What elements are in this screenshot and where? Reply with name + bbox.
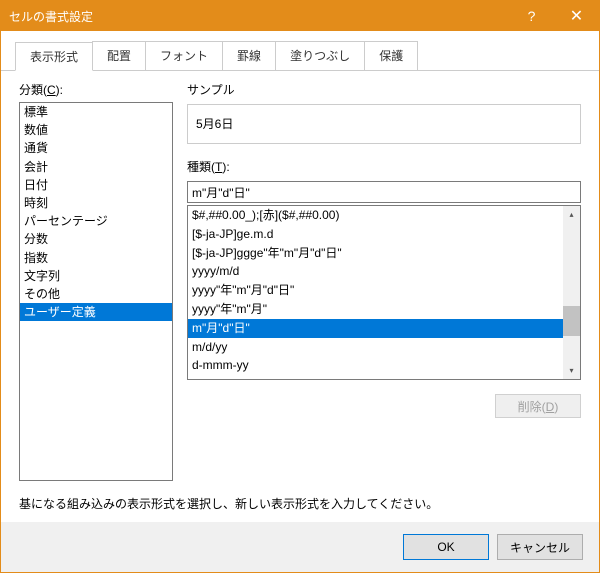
- delete-button[interactable]: 削除(D): [495, 394, 581, 418]
- category-item[interactable]: 日付: [20, 176, 172, 194]
- category-item[interactable]: 標準: [20, 103, 172, 121]
- delete-row: 削除(D): [187, 394, 581, 418]
- type-item[interactable]: yyyy"年"m"月": [188, 300, 563, 319]
- category-item[interactable]: パーセンテージ: [20, 212, 172, 230]
- footer: OK キャンセル: [1, 522, 599, 572]
- cancel-button[interactable]: キャンセル: [497, 534, 583, 560]
- main-row: 分類(C): 標準数値通貨会計日付時刻パーセンテージ分数指数文字列その他ユーザー…: [19, 81, 581, 481]
- dialog-window: セルの書式設定 ? ✕ 表示形式 配置 フォント 罫線 塗りつぶし 保護 分類(…: [0, 0, 600, 573]
- category-item[interactable]: 文字列: [20, 267, 172, 285]
- hint-text: 基になる組み込みの表示形式を選択し、新しい表示形式を入力してください。: [19, 495, 581, 512]
- type-item[interactable]: [$-ja-JP]ge.m.d: [188, 225, 563, 244]
- window-title: セルの書式設定: [9, 8, 509, 25]
- category-listbox[interactable]: 標準数値通貨会計日付時刻パーセンテージ分数指数文字列その他ユーザー定義: [19, 102, 173, 481]
- scroll-up-icon[interactable]: ▴: [563, 206, 580, 223]
- scroll-down-icon[interactable]: ▾: [563, 362, 580, 379]
- ok-button[interactable]: OK: [403, 534, 489, 560]
- category-item[interactable]: 会計: [20, 158, 172, 176]
- tab-alignment[interactable]: 配置: [92, 41, 146, 70]
- type-item[interactable]: yyyy/m/d: [188, 262, 563, 281]
- category-item[interactable]: その他: [20, 285, 172, 303]
- type-list-wrap: $#,##0.00_);[赤]($#,##0.00)[$-ja-JP]ge.m.…: [187, 205, 581, 380]
- titlebar: セルの書式設定 ? ✕: [1, 1, 599, 31]
- category-item[interactable]: 時刻: [20, 194, 172, 212]
- type-item[interactable]: m"月"d"日": [188, 319, 563, 338]
- tab-fill[interactable]: 塗りつぶし: [275, 41, 365, 70]
- category-item[interactable]: 数値: [20, 121, 172, 139]
- type-item[interactable]: d-mmm: [188, 375, 563, 379]
- category-item[interactable]: 分数: [20, 230, 172, 248]
- details-column: サンプル 5月6日 種類(T): $#,##0.00_);[赤]($#,##0.…: [187, 81, 581, 481]
- sample-box: 5月6日: [187, 104, 581, 144]
- scroll-track[interactable]: [563, 223, 580, 362]
- type-listbox[interactable]: $#,##0.00_);[赤]($#,##0.00)[$-ja-JP]ge.m.…: [188, 206, 563, 379]
- close-icon[interactable]: ✕: [554, 1, 599, 31]
- type-input[interactable]: [187, 181, 581, 203]
- type-item[interactable]: [$-ja-JP]ggge"年"m"月"d"日": [188, 244, 563, 263]
- sample-label: サンプル: [187, 81, 581, 98]
- scroll-thumb[interactable]: [563, 306, 580, 336]
- content-area: 分類(C): 標準数値通貨会計日付時刻パーセンテージ分数指数文字列その他ユーザー…: [1, 71, 599, 522]
- tab-border[interactable]: 罫線: [222, 41, 276, 70]
- tabstrip: 表示形式 配置 フォント 罫線 塗りつぶし 保護: [1, 31, 599, 71]
- tab-protection[interactable]: 保護: [364, 41, 418, 70]
- type-item[interactable]: $#,##0.00_);[赤]($#,##0.00): [188, 206, 563, 225]
- category-label: 分類(C):: [19, 81, 173, 98]
- type-item[interactable]: yyyy"年"m"月"d"日": [188, 281, 563, 300]
- type-item[interactable]: d-mmm-yy: [188, 356, 563, 375]
- scrollbar[interactable]: ▴ ▾: [563, 206, 580, 379]
- help-icon[interactable]: ?: [509, 1, 554, 31]
- tab-font[interactable]: フォント: [145, 41, 223, 70]
- category-item[interactable]: ユーザー定義: [20, 303, 172, 321]
- category-item[interactable]: 通貨: [20, 139, 172, 157]
- category-column: 分類(C): 標準数値通貨会計日付時刻パーセンテージ分数指数文字列その他ユーザー…: [19, 81, 173, 481]
- tab-number[interactable]: 表示形式: [15, 42, 93, 71]
- sample-value: 5月6日: [196, 115, 572, 132]
- category-item[interactable]: 指数: [20, 249, 172, 267]
- type-item[interactable]: m/d/yy: [188, 338, 563, 357]
- type-label: 種類(T):: [187, 158, 581, 175]
